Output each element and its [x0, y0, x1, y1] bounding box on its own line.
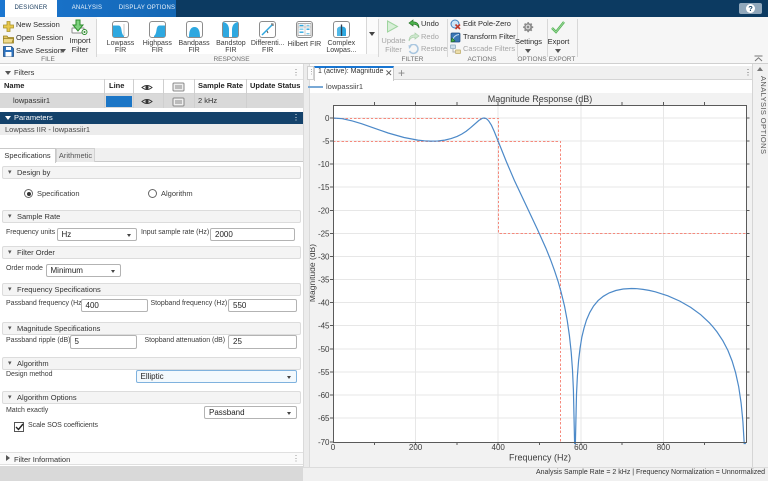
svg-text:800: 800: [657, 443, 671, 452]
svg-text:-55: -55: [318, 368, 330, 377]
svg-text:-30: -30: [318, 253, 330, 262]
svg-text:-45: -45: [318, 322, 330, 331]
svg-text:-5: -5: [322, 137, 330, 146]
svg-text:200: 200: [409, 443, 423, 452]
svg-text:-15: -15: [318, 183, 330, 192]
svg-text:-50: -50: [318, 345, 330, 354]
svg-text:0: 0: [325, 114, 330, 123]
svg-text:Magnitude (dB): Magnitude (dB): [310, 244, 317, 302]
svg-text:Frequency (Hz): Frequency (Hz): [509, 453, 571, 463]
svg-text:-65: -65: [318, 414, 330, 423]
svg-text:-25: -25: [318, 229, 330, 238]
svg-text:0: 0: [331, 443, 336, 452]
svg-text:-10: -10: [318, 160, 330, 169]
svg-text:600: 600: [574, 443, 588, 452]
svg-text:Magnitude Response (dB): Magnitude Response (dB): [488, 94, 593, 104]
svg-text:-60: -60: [318, 391, 330, 400]
svg-text:-20: -20: [318, 206, 330, 215]
svg-text:-40: -40: [318, 299, 330, 308]
svg-text:-35: -35: [318, 276, 330, 285]
svg-text:400: 400: [492, 443, 506, 452]
svg-text:-70: -70: [318, 438, 330, 447]
